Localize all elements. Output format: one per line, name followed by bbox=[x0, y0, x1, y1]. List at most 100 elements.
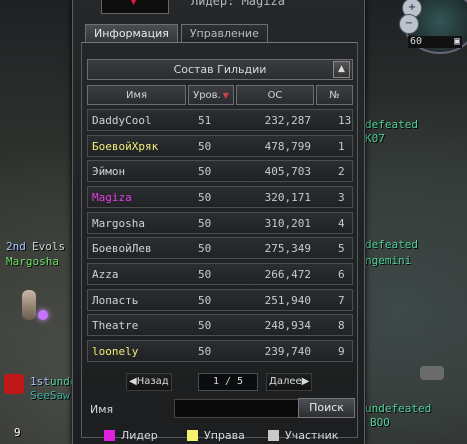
member-level: 50 bbox=[198, 190, 212, 204]
guild-emblem-icon bbox=[4, 374, 24, 394]
guild-window: ▼ Лидер: Magiza Информация Управление Со… bbox=[72, 0, 365, 444]
scene-label: SeeSaw bbox=[30, 389, 70, 402]
member-row[interactable]: Theatre 50 248,934 8 bbox=[87, 314, 353, 337]
column-number-label: № bbox=[329, 90, 340, 101]
scene-label: Margosha bbox=[6, 255, 59, 268]
player-character-icon bbox=[22, 290, 36, 320]
coord-extra: ▣ bbox=[453, 36, 460, 47]
search-button[interactable]: Поиск bbox=[298, 398, 355, 418]
column-points[interactable]: ОС bbox=[236, 85, 314, 105]
pager: ◀Назад 1 / 5 Далее▶ bbox=[126, 373, 356, 391]
member-points: 232,287 bbox=[264, 114, 311, 127]
member-number: 3 bbox=[338, 190, 345, 204]
search-input[interactable] bbox=[174, 399, 300, 418]
minimap-coords: 60 ▣ bbox=[408, 36, 462, 48]
guild-tabs: Информация Управление bbox=[85, 24, 268, 42]
member-level: 50 bbox=[198, 216, 212, 230]
member-level: 50 bbox=[198, 293, 212, 307]
member-name: loonely bbox=[92, 344, 139, 358]
tab-management[interactable]: Управление bbox=[180, 24, 268, 42]
member-row[interactable]: Margosha 50 310,201 4 bbox=[87, 211, 353, 234]
roster-section-header: Состав Гильдии ▲ bbox=[87, 59, 353, 80]
scene-label: K07 bbox=[365, 132, 385, 145]
tab-information[interactable]: Информация bbox=[85, 24, 178, 42]
banner-mark-icon: ▼ bbox=[130, 0, 137, 7]
member-row[interactable]: Лопасть 50 251,940 7 bbox=[87, 288, 353, 311]
rank-legend: Лидер Управа Участник bbox=[82, 427, 357, 442]
member-level: 51 bbox=[198, 114, 212, 127]
legend-member-label: Участник bbox=[285, 429, 339, 442]
legend-officer: Управа bbox=[187, 429, 245, 442]
scene-label: 1st bbox=[30, 375, 50, 388]
member-points: 275,349 bbox=[264, 242, 311, 256]
scene-label: undefeated bbox=[365, 402, 432, 415]
coord-value: 60 bbox=[410, 36, 423, 47]
member-number: 2 bbox=[338, 165, 345, 179]
member-level: 50 bbox=[198, 165, 212, 179]
member-name: Azza bbox=[92, 267, 119, 281]
scene-label: BOO bbox=[370, 416, 390, 429]
member-name: DaddyCool bbox=[92, 114, 152, 127]
member-row[interactable]: Magiza 50 320,171 3 bbox=[87, 185, 353, 208]
scene-label: 9 bbox=[14, 426, 21, 439]
member-list: DaddyCool 51 232,287 13 БоевойХряк 50 478,799 1… bbox=[87, 109, 353, 366]
member-points: 248,934 bbox=[264, 319, 311, 333]
prev-arrow-icon: ◀ bbox=[129, 376, 137, 387]
member-level: 50 bbox=[198, 139, 212, 153]
column-level[interactable]: Уров. ▼ bbox=[188, 85, 234, 105]
member-points: 251,940 bbox=[264, 293, 311, 307]
scene-label: defeated bbox=[365, 118, 418, 131]
member-points: 405,703 bbox=[264, 165, 311, 179]
member-row[interactable]: DaddyCool 51 232,287 13 bbox=[87, 109, 353, 131]
member-number: 6 bbox=[338, 267, 345, 281]
member-name: Magiza bbox=[92, 190, 132, 204]
leader-color-icon bbox=[104, 430, 115, 441]
prev-page-button[interactable]: ◀Назад bbox=[126, 373, 172, 391]
zoom-out-icon[interactable]: − bbox=[399, 14, 419, 34]
member-number: 9 bbox=[338, 344, 345, 358]
member-level: 50 bbox=[198, 344, 212, 358]
member-row[interactable]: loonely 50 239,740 9 bbox=[87, 339, 353, 362]
legend-leader-label: Лидер bbox=[121, 429, 158, 442]
legend-member: Участник bbox=[268, 429, 338, 442]
section-title: Состав Гильдии bbox=[173, 63, 267, 76]
legend-officer-label: Управа bbox=[204, 429, 245, 442]
member-name: БоевойЛев bbox=[92, 242, 152, 256]
legend-leader: Лидер bbox=[104, 429, 158, 442]
column-number[interactable]: № bbox=[316, 85, 353, 105]
scene-label: Evols bbox=[32, 240, 66, 253]
column-name[interactable]: Имя bbox=[87, 85, 186, 105]
member-number: 4 bbox=[338, 216, 345, 230]
next-arrow-icon: ▶ bbox=[301, 376, 310, 387]
scene-label: ngemini bbox=[365, 254, 412, 267]
member-color-icon bbox=[268, 430, 279, 441]
scene-label: 2nd bbox=[6, 240, 26, 253]
guild-header: ▼ Лидер: Magiza bbox=[83, 0, 353, 20]
member-number: 7 bbox=[338, 293, 345, 307]
member-level: 50 bbox=[198, 319, 212, 333]
member-points: 239,740 bbox=[264, 344, 311, 358]
expand-icon[interactable]: ▲ bbox=[333, 61, 350, 78]
member-number: 5 bbox=[338, 242, 345, 256]
member-name: Эймон bbox=[92, 165, 126, 179]
member-row[interactable]: Эймон 50 405,703 2 bbox=[87, 160, 353, 183]
search-label: Имя bbox=[90, 403, 114, 416]
next-page-button[interactable]: Далее▶ bbox=[266, 373, 313, 391]
guild-leader: Лидер: Magiza bbox=[191, 0, 285, 8]
member-level: 50 bbox=[198, 242, 212, 256]
member-name: Margosha bbox=[92, 216, 145, 230]
magic-orb-icon bbox=[38, 310, 48, 320]
prev-label: Назад bbox=[136, 376, 169, 387]
member-row[interactable]: БоевойХряк 50 478,799 1 bbox=[87, 134, 353, 157]
next-label: Далее bbox=[269, 376, 302, 387]
member-points: 320,171 bbox=[264, 190, 311, 204]
member-row[interactable]: БоевойЛев 50 275,349 5 bbox=[87, 237, 353, 260]
member-number: 13 bbox=[338, 114, 352, 127]
column-level-label: Уров. bbox=[193, 90, 221, 101]
column-points-label: ОС bbox=[267, 90, 283, 101]
member-points: 266,472 bbox=[264, 267, 311, 281]
member-name: БоевойХряк bbox=[92, 139, 159, 153]
member-row[interactable]: Azza 50 266,472 6 bbox=[87, 262, 353, 285]
scene-label: defeated bbox=[365, 238, 418, 251]
monster-icon bbox=[420, 366, 444, 380]
